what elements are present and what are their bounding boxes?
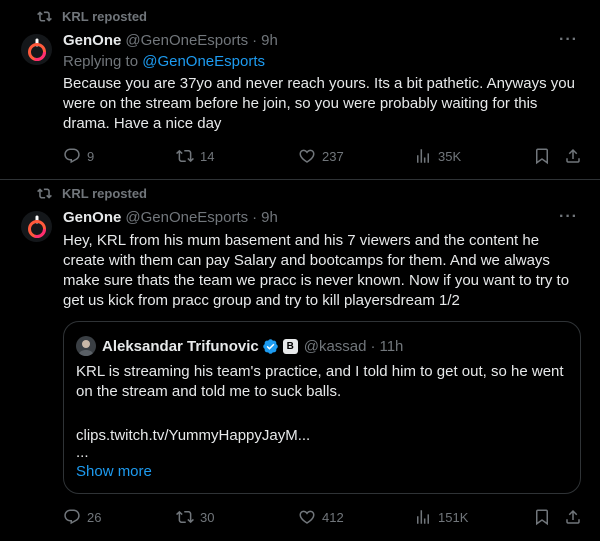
quoted-tweet-link: clips.twitch.tv/YummyHappyJayM...: [76, 427, 311, 444]
verified-badge-icon: [262, 338, 278, 354]
reply-icon: [64, 509, 80, 525]
genone-logo-icon: [27, 215, 46, 238]
replying-to: Replying to @GenOneEsports: [63, 53, 265, 70]
bookmark-icon: [536, 509, 548, 526]
more-options-icon[interactable]: ···: [559, 208, 578, 226]
tweet[interactable]: KRL reposted GenOne @GenOneEsports · 9h …: [0, 0, 600, 180]
views-button[interactable]: 151K: [414, 508, 468, 526]
share-button[interactable]: [564, 147, 582, 165]
reply-button[interactable]: 9: [63, 147, 94, 165]
repost-icon: [176, 149, 194, 163]
like-count: 412: [322, 509, 344, 525]
repost-icon: [37, 188, 52, 199]
reply-button[interactable]: 26: [63, 508, 101, 526]
repost-label[interactable]: KRL reposted: [62, 186, 147, 201]
share-button[interactable]: [564, 508, 582, 526]
share-icon: [566, 509, 580, 524]
analytics-icon: [417, 510, 429, 524]
person-icon: [78, 340, 94, 356]
bookmark-button[interactable]: [533, 147, 551, 165]
repost-indicator: KRL reposted: [37, 9, 147, 24]
more-options-icon[interactable]: ···: [559, 31, 578, 49]
repost-button[interactable]: 14: [176, 147, 214, 165]
action-bar: 9 14 237 35K: [63, 147, 583, 167]
user-handle[interactable]: @kassad: [304, 338, 367, 355]
timestamp[interactable]: 9h: [261, 209, 278, 226]
heart-icon: [299, 149, 315, 163]
views-button[interactable]: 35K: [414, 147, 461, 165]
view-count: 151K: [438, 509, 469, 525]
tweet-text: Because you are 37yo and never reach you…: [63, 75, 575, 132]
user-handle[interactable]: @GenOneEsports: [125, 32, 248, 49]
avatar[interactable]: [21, 211, 52, 242]
repost-icon: [176, 510, 194, 524]
bookmark-button[interactable]: [533, 508, 551, 526]
view-count: 35K: [438, 148, 462, 164]
repost-indicator: KRL reposted: [37, 186, 147, 201]
repost-icon: [37, 11, 52, 22]
genone-logo-icon: [27, 38, 46, 61]
separator-dot: ·: [252, 32, 258, 49]
repost-count: 30: [200, 509, 215, 525]
like-button[interactable]: 412: [298, 508, 344, 526]
reply-icon: [64, 148, 80, 164]
tweet-text: Hey, KRL from his mum basement and his 7…: [63, 232, 570, 309]
separator-dot: ·: [252, 209, 258, 226]
like-button[interactable]: 237: [298, 147, 344, 165]
analytics-icon: [417, 149, 429, 163]
tweet[interactable]: KRL reposted GenOne @GenOneEsports · 9h …: [0, 180, 600, 541]
repost-label[interactable]: KRL reposted: [62, 9, 147, 24]
display-name[interactable]: GenOne: [63, 209, 121, 226]
separator-dot: ·: [370, 337, 376, 355]
avatar[interactable]: [21, 34, 52, 65]
timestamp[interactable]: 11h: [379, 338, 403, 355]
repost-count: 14: [200, 148, 215, 164]
timestamp[interactable]: 9h: [261, 32, 278, 49]
repost-button[interactable]: 30: [176, 508, 214, 526]
show-more-link[interactable]: Show more: [76, 463, 152, 480]
quoted-tweet-ellipsis: ...: [76, 444, 89, 461]
user-handle[interactable]: @GenOneEsports: [125, 209, 248, 226]
bookmark-icon: [536, 148, 548, 165]
reply-count: 26: [87, 509, 102, 525]
share-icon: [566, 148, 580, 163]
tweet-header: GenOne @GenOneEsports · 9h: [63, 32, 278, 49]
quoted-tweet-text: KRL is streaming his team's practice, an…: [76, 363, 564, 400]
avatar: [76, 336, 96, 356]
quoted-tweet[interactable]: Aleksandar Trifunovic B @kassad · 11h KR…: [63, 321, 581, 494]
reply-count: 9: [87, 148, 95, 164]
tweet-header: GenOne @GenOneEsports · 9h: [63, 209, 278, 226]
display-name[interactable]: GenOne: [63, 32, 121, 49]
like-count: 237: [322, 148, 344, 164]
replying-to-link[interactable]: @GenOneEsports: [142, 53, 265, 70]
affiliate-badge-icon: B: [282, 338, 298, 354]
heart-icon: [299, 510, 315, 524]
quoted-tweet-header: Aleksandar Trifunovic B @kassad · 11h: [76, 336, 403, 356]
replying-prefix: Replying to: [63, 53, 139, 70]
action-bar: 26 30 412 151K: [63, 508, 583, 528]
display-name[interactable]: Aleksandar Trifunovic: [102, 338, 259, 355]
